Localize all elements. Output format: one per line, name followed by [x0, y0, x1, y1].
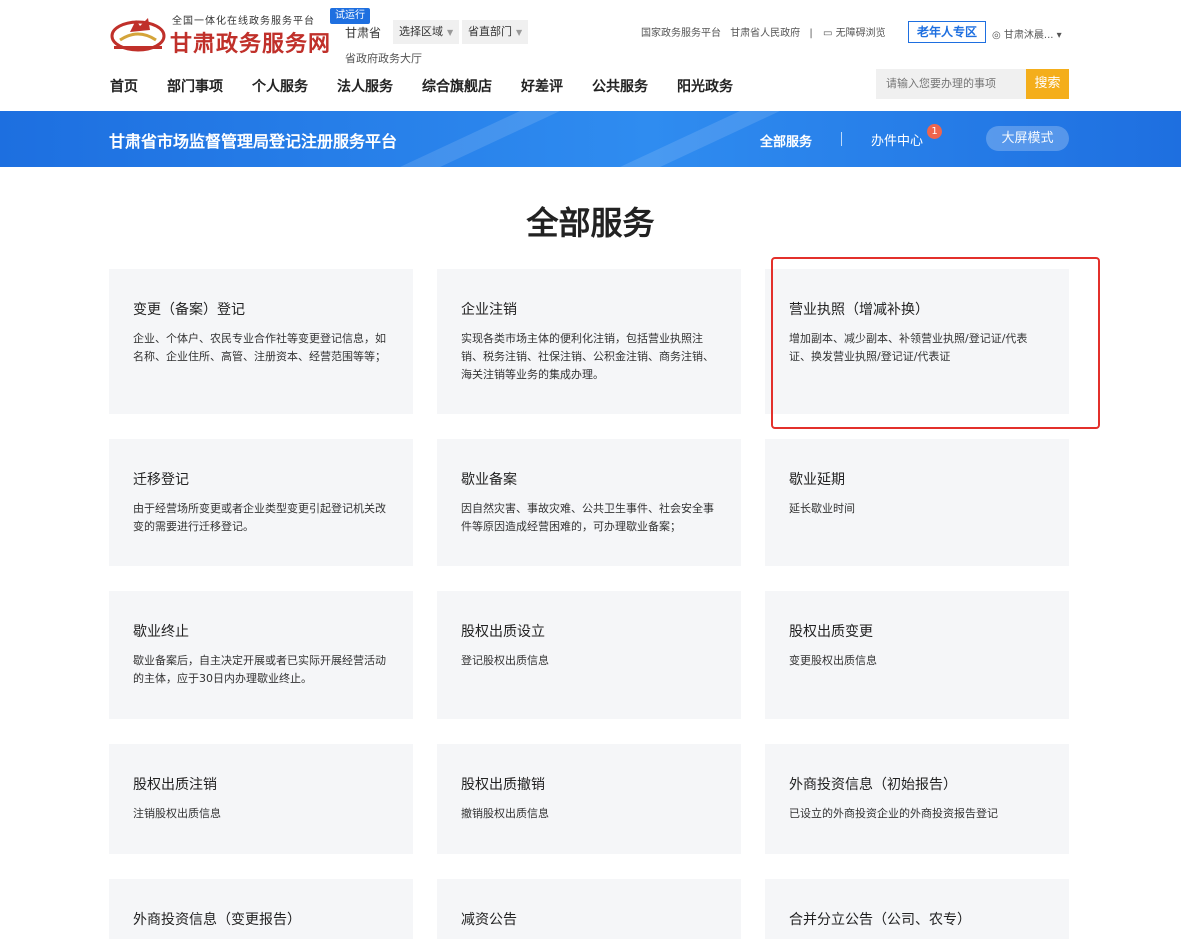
card-title: 股权出质撤销: [461, 777, 545, 793]
card-desc: 增加副本、减少副本、补领营业执照/登记证/代表证、换发营业执照/登记证/代表证: [789, 332, 1028, 363]
search-input[interactable]: [876, 69, 1026, 99]
chevron-down-icon: ▾: [1056, 30, 1062, 41]
gansu-logo-icon[interactable]: [110, 10, 166, 54]
card-title: 企业注销: [461, 302, 517, 318]
national-platform-link[interactable]: 国家政务服务平台: [641, 28, 721, 39]
search-button[interactable]: 搜索: [1026, 69, 1069, 99]
top-links: 国家政务服务平台 甘肃省人民政府 |: [641, 24, 819, 39]
card-title: 合并分立公告（公司、农专）: [789, 912, 971, 928]
nav-flagship-store[interactable]: 综合旗舰店: [422, 76, 492, 96]
platform-slogan: 全国一体化在线政务服务平台: [172, 16, 315, 27]
service-card[interactable]: 变更（备案）登记企业、个体户、农民专业合作社等变更登记信息，如名称、企业住所、高…: [109, 269, 413, 414]
service-card[interactable]: 歇业备案因自然灾害、事故灾难、公共卫生事件、社会安全事件等原因造成经营困难的，可…: [437, 439, 741, 566]
card-desc: 注销股权出质信息: [133, 807, 221, 820]
nav-personal-services[interactable]: 个人服务: [252, 76, 308, 96]
top-header: 全国一体化在线政务服务平台 甘肃政务服务网 试运行 甘肃省 选择区域 ▼ 省直部门…: [0, 0, 1181, 110]
region-select-label: 选择区域: [399, 25, 443, 38]
card-title: 迁移登记: [133, 472, 189, 488]
banner-divider: [841, 132, 842, 146]
nav-review[interactable]: 好差评: [521, 76, 563, 96]
service-card[interactable]: 股权出质设立 登记股权出质信息: [437, 591, 741, 719]
nav-department-items[interactable]: 部门事项: [167, 76, 223, 96]
service-card[interactable]: 歇业终止歇业备案后，自主决定开展或者已实际开展经营活动的主体，应于30日内办理歇…: [109, 591, 413, 719]
user-name: 甘肃沐晨...: [1003, 30, 1054, 41]
service-card[interactable]: 减资公告: [437, 879, 741, 939]
all-services-link[interactable]: 全部服务: [760, 131, 812, 150]
card-desc: 已设立的外商投资企业的外商投资报告登记: [789, 807, 998, 820]
current-province: 甘肃省: [345, 26, 382, 40]
province-hall-link[interactable]: 省政府政务大厅: [345, 50, 422, 66]
nav-legal-person-services[interactable]: 法人服务: [337, 76, 393, 96]
service-card[interactable]: 营业执照（增减补换） 增加副本、减少副本、补领营业执照/登记证/代表证、换发营业执…: [765, 269, 1069, 414]
region-select[interactable]: 选择区域 ▼: [393, 20, 460, 44]
card-desc: 登记股权出质信息: [461, 654, 549, 667]
card-title: 歇业备案: [461, 472, 517, 488]
user-menu[interactable]: ◎ 甘肃沐晨... ▾: [992, 26, 1062, 41]
dept-select[interactable]: 省直部门 ▼: [462, 20, 529, 44]
service-card[interactable]: 企业注销实现各类市场主体的便利化注销，包括营业执照注销、税务注销、社保注销、公积…: [437, 269, 741, 414]
service-card[interactable]: 外商投资信息（变更报告）: [109, 879, 413, 939]
service-card[interactable]: 股权出质撤销 撤销股权出质信息: [437, 744, 741, 854]
card-title: 外商投资信息（变更报告）: [133, 912, 301, 928]
accessibility-label: 无障碍浏览: [835, 28, 886, 39]
card-title: 外商投资信息（初始报告）: [789, 777, 957, 793]
card-desc: 因自然灾害、事故灾难、公共卫生事件、社会安全事件等原因造成经营困难的，可办理歇业…: [461, 502, 714, 533]
card-desc: 歇业备案后，自主决定开展或者已实际开展经营活动的主体，应于30日内办理歇业终止。: [133, 654, 386, 685]
card-title: 歇业终止: [133, 624, 189, 640]
office-count-badge: 1: [927, 124, 942, 139]
service-card[interactable]: 外商投资信息（初始报告） 已设立的外商投资企业的外商投资报告登记: [765, 744, 1069, 854]
card-desc: 企业、个体户、农民专业合作社等变更登记信息，如名称、企业住所、高管、注册资本、经…: [133, 332, 386, 363]
card-title: 股权出质变更: [789, 624, 873, 640]
big-screen-button[interactable]: 大屏模式: [986, 126, 1069, 151]
nav-sunshine-gov[interactable]: 阳光政务: [677, 76, 733, 96]
card-desc: 延长歇业时间: [789, 502, 855, 515]
platform-title: 甘肃省市场监督管理局登记注册服务平台: [109, 132, 398, 151]
site-title[interactable]: 甘肃政务服务网: [170, 26, 331, 58]
service-banner: 甘肃省市场监督管理局登记注册服务平台 全部服务 办件中心 1 大屏模式: [0, 111, 1181, 167]
page-title: 全部服务: [526, 204, 655, 242]
office-center-link[interactable]: 办件中心: [871, 130, 923, 149]
gansu-gov-link[interactable]: 甘肃省人民政府: [730, 28, 800, 39]
service-card[interactable]: 歇业延期延长歇业时间: [765, 439, 1069, 566]
nav-home[interactable]: 首页: [110, 76, 138, 96]
card-desc: 由于经营场所变更或者企业类型变更引起登记机关改变的需要进行迁移登记。: [133, 502, 386, 533]
card-desc: 变更股权出质信息: [789, 654, 877, 667]
trial-badge: 试运行: [330, 8, 370, 24]
accessibility-link[interactable]: ▭ 无障碍浏览: [823, 24, 886, 39]
service-card[interactable]: 股权出质变更 变更股权出质信息: [765, 591, 1069, 719]
card-title: 减资公告: [461, 912, 517, 928]
main-nav: 首页 部门事项 个人服务 法人服务 综合旗舰店 好差评 公共服务 阳光政务: [110, 76, 762, 96]
chevron-down-icon: ▼: [447, 28, 454, 37]
card-title: 股权出质设立: [461, 624, 545, 640]
card-desc: 撤销股权出质信息: [461, 807, 549, 820]
card-title: 营业执照（增减补换）: [789, 302, 929, 318]
user-icon: ◎: [992, 30, 1001, 41]
service-card[interactable]: 股权出质注销 注销股权出质信息: [109, 744, 413, 854]
service-card[interactable]: 迁移登记由于经营场所变更或者企业类型变更引起登记机关改变的需要进行迁移登记。: [109, 439, 413, 566]
card-desc: 实现各类市场主体的便利化注销，包括营业执照注销、税务注销、社保注销、公积金注销、…: [461, 332, 714, 381]
card-title: 歇业延期: [789, 472, 845, 488]
link-separator: |: [809, 28, 813, 39]
card-title: 变更（备案）登记: [133, 302, 245, 318]
service-card[interactable]: 合并分立公告（公司、农专）: [765, 879, 1069, 939]
card-title: 股权出质注销: [133, 777, 217, 793]
nav-public-services[interactable]: 公共服务: [592, 76, 648, 96]
dept-select-label: 省直部门: [468, 25, 512, 38]
elder-zone-button[interactable]: 老年人专区: [908, 21, 986, 43]
chevron-down-icon: ▼: [516, 28, 523, 37]
monitor-icon: ▭: [823, 28, 833, 39]
